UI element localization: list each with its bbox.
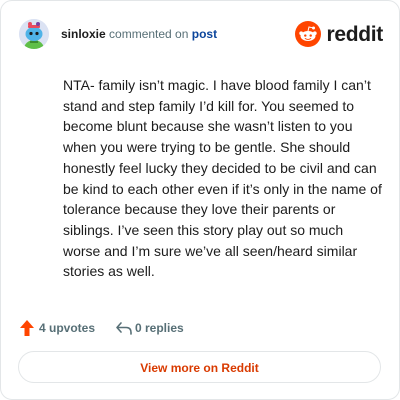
comment-embed-card: sinloxie commented on post reddit NTA- f… bbox=[0, 0, 400, 400]
reply-arrow-icon bbox=[116, 322, 132, 335]
snoo-avatar-icon bbox=[19, 19, 49, 49]
comment-header: sinloxie commented on post reddit bbox=[19, 19, 383, 49]
commented-on-text: commented on bbox=[105, 27, 192, 41]
post-link[interactable]: post bbox=[192, 27, 217, 41]
username-link[interactable]: sinloxie bbox=[61, 27, 106, 41]
reddit-logo-icon bbox=[295, 21, 321, 47]
reddit-wordmark: reddit bbox=[326, 23, 383, 46]
user-avatar[interactable] bbox=[19, 19, 49, 49]
replies-count: 0 replies bbox=[135, 321, 184, 335]
comment-body: NTA- family isn’t magic. I have blood fa… bbox=[63, 77, 382, 280]
comment-headline: sinloxie commented on post bbox=[61, 27, 217, 41]
upvotes-count: 4 upvotes bbox=[39, 321, 96, 335]
view-more-on-reddit-button[interactable]: View more on Reddit bbox=[18, 351, 381, 383]
upvote-arrow-icon bbox=[20, 320, 34, 336]
